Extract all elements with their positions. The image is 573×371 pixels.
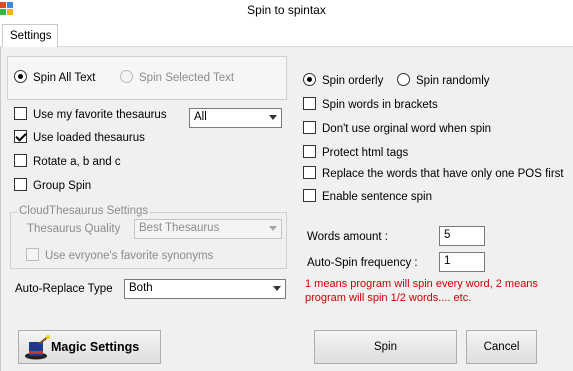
- words-amount-label: Words amount :: [307, 231, 388, 243]
- radio-indicator: [397, 73, 410, 86]
- spin-words-in-brackets-label: Spin words in brackets: [322, 99, 438, 111]
- spin-selected-text-label: Spin Selected Text: [139, 72, 235, 84]
- everyone-favorite-checkbox[interactable]: Use evryone's favorite synonyms: [26, 247, 213, 265]
- auto-replace-value: Both: [129, 282, 153, 294]
- thesaurus-quality-value: Best Thesaurus: [139, 222, 220, 234]
- magic-settings-button[interactable]: Magic Settings: [18, 330, 161, 364]
- tab-settings[interactable]: Settings: [2, 24, 58, 48]
- radio-indicator: [303, 73, 316, 86]
- everyone-favorite-label: Use evryone's favorite synonyms: [45, 250, 214, 262]
- spin-button[interactable]: Spin: [314, 330, 457, 364]
- checkbox-box: [14, 130, 27, 143]
- words-amount-input[interactable]: 5: [439, 226, 485, 246]
- enable-sentence-spin-checkbox[interactable]: Enable sentence spin: [303, 188, 432, 206]
- dont-use-original-word-checkbox[interactable]: Don't use orginal word when spin: [303, 120, 491, 138]
- cloud-thesaurus-legend: CloudThesaurus Settings: [17, 205, 151, 217]
- spin-selected-text-radio[interactable]: Spin Selected Text: [120, 69, 234, 87]
- use-favorite-thesaurus-checkbox[interactable]: Use my favorite thesaurus: [14, 106, 167, 124]
- window-title: Spin to spintax: [247, 3, 326, 17]
- thesaurus-quality-select[interactable]: Best Thesaurus: [134, 219, 282, 239]
- thesaurus-filter-select[interactable]: All: [189, 108, 282, 128]
- checkbox-box: [14, 107, 27, 120]
- frequency-note: 1 means program will spin every word, 2 …: [305, 278, 538, 304]
- group-spin-checkbox[interactable]: Group Spin: [14, 177, 91, 195]
- radio-indicator: [14, 70, 27, 83]
- spin-all-text-label: Spin All Text: [33, 72, 96, 84]
- replace-one-pos-first-label: Replace the words that have only one POS…: [322, 168, 564, 180]
- use-loaded-thesaurus-checkbox[interactable]: Use loaded thesaurus: [14, 129, 145, 147]
- thesaurus-filter-value: All: [194, 111, 207, 123]
- use-favorite-thesaurus-label: Use my favorite thesaurus: [33, 109, 167, 121]
- enable-sentence-spin-label: Enable sentence spin: [322, 191, 432, 203]
- chevron-down-icon: [269, 226, 277, 231]
- spin-all-text-radio[interactable]: Spin All Text: [14, 69, 95, 87]
- protect-html-tags-label: Protect html tags: [322, 147, 409, 159]
- checkbox-box: [303, 166, 316, 179]
- thesaurus-quality-label: Thesaurus Quality: [27, 223, 121, 235]
- checkbox-box: [303, 97, 316, 110]
- checkbox-box: [303, 189, 316, 202]
- settings-panel: Spin All Text Spin Selected Text Use my …: [0, 47, 573, 371]
- spin-words-in-brackets-checkbox[interactable]: Spin words in brackets: [303, 96, 438, 114]
- magic-settings-label: Magic Settings: [51, 340, 140, 354]
- replace-one-pos-first-checkbox[interactable]: Replace the words that have only one POS…: [303, 165, 564, 183]
- auto-spin-frequency-label: Auto-Spin frequency :: [307, 257, 418, 269]
- use-loaded-thesaurus-label: Use loaded thesaurus: [33, 132, 145, 144]
- checkbox-box: [14, 178, 27, 191]
- auto-replace-label: Auto-Replace Type: [15, 283, 113, 295]
- spin-mode-group: Spin All Text Spin Selected Text: [7, 56, 287, 100]
- chevron-down-icon: [273, 286, 281, 291]
- dont-use-original-word-label: Don't use orginal word when spin: [322, 123, 492, 135]
- chevron-down-icon: [269, 115, 277, 120]
- auto-spin-frequency-input[interactable]: 1: [439, 252, 485, 272]
- radio-indicator: [120, 70, 133, 83]
- group-spin-label: Group Spin: [33, 180, 92, 192]
- auto-replace-select[interactable]: Both: [124, 279, 286, 299]
- tab-bar: Settings: [0, 20, 573, 48]
- rotate-abc-checkbox[interactable]: Rotate a, b and c: [14, 153, 121, 171]
- checkbox-box: [14, 154, 27, 167]
- spin-randomly-label: Spin randomly: [416, 75, 490, 87]
- rotate-abc-label: Rotate a, b and c: [33, 156, 121, 168]
- checkbox-box: [26, 248, 39, 261]
- title-bar: Spin to spintax: [0, 0, 573, 20]
- protect-html-tags-checkbox[interactable]: Protect html tags: [303, 144, 408, 162]
- checkbox-box: [303, 145, 316, 158]
- spin-orderly-label: Spin orderly: [322, 75, 384, 87]
- magic-hat-icon: [25, 335, 50, 360]
- spin-randomly-radio[interactable]: Spin randomly: [397, 72, 490, 90]
- cancel-button[interactable]: Cancel: [466, 330, 537, 364]
- spin-orderly-radio[interactable]: Spin orderly: [303, 72, 383, 90]
- checkbox-box: [303, 121, 316, 134]
